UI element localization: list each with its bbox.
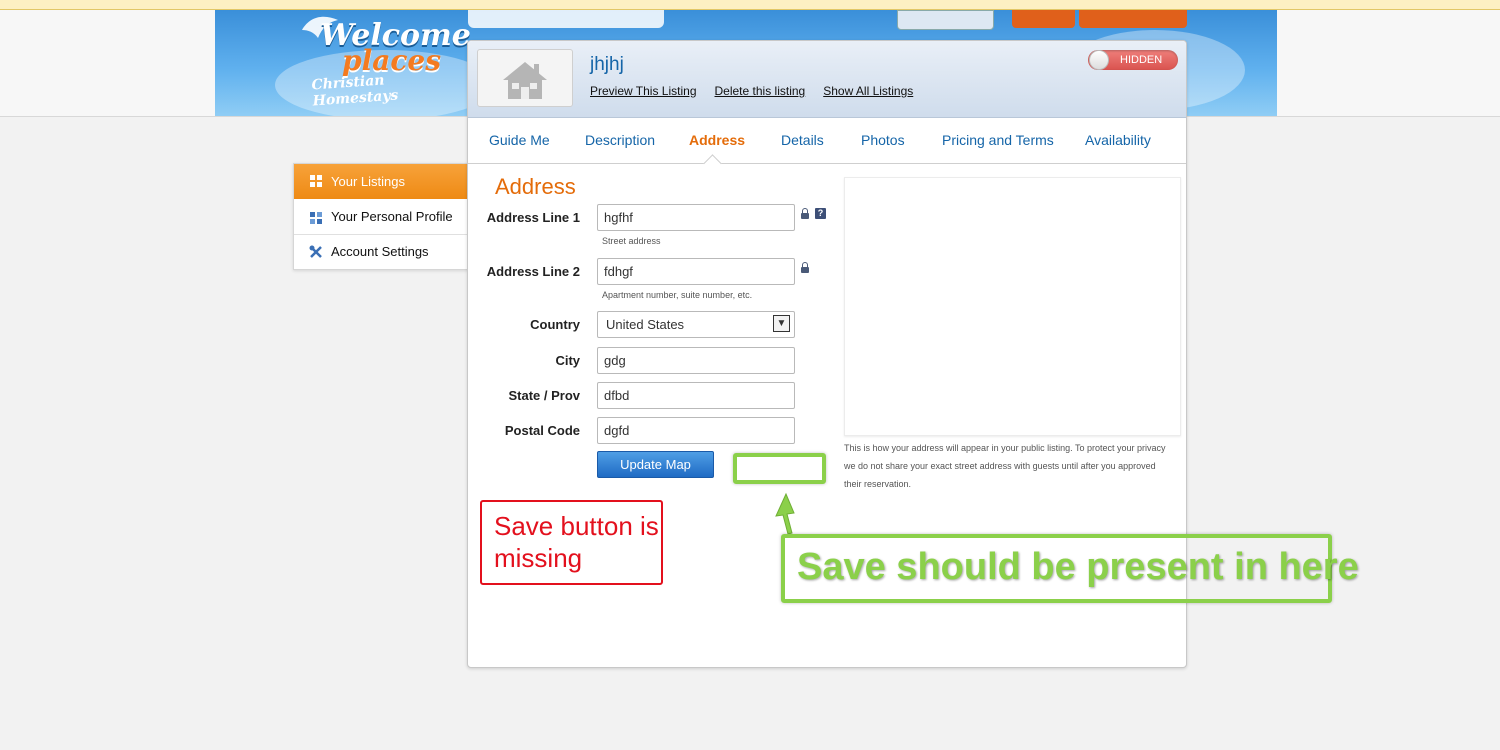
grid-icon <box>310 175 322 187</box>
address-line-2-label: Address Line 2 <box>486 264 580 279</box>
header-search-box[interactable] <box>468 10 664 28</box>
address-line-2-input[interactable]: fdhgf <box>597 258 795 285</box>
country-select-value: United States <box>606 317 685 332</box>
help-icon[interactable]: ? <box>815 208 826 219</box>
side-item-label: Your Listings <box>331 174 405 189</box>
country-select[interactable]: United States ▼ <box>597 311 795 338</box>
city-input[interactable]: gdg <box>597 347 795 374</box>
listing-header: jhjhj Preview This Listing Delete this li… <box>468 41 1186 118</box>
section-title: Address <box>495 174 576 199</box>
side-item-label: Account Settings <box>331 244 429 259</box>
listing-title: jhjhj <box>590 54 624 75</box>
listing-tabs: Guide Me Description Address Details Pho… <box>468 118 1186 164</box>
preview-listing-link[interactable]: Preview This Listing <box>590 84 697 98</box>
tab-photos[interactable]: Photos <box>861 132 905 148</box>
side-item-your-listings[interactable]: Your Listings <box>294 164 480 199</box>
lock-icon <box>801 262 809 273</box>
annotation-red-callout: Save button is missing <box>480 500 663 585</box>
annotation-save-placeholder-box <box>733 453 826 484</box>
address-line-1-input[interactable]: hgfhf <box>597 204 795 231</box>
toggle-knob <box>1089 50 1109 70</box>
postal-code-label: Postal Code <box>504 423 580 438</box>
state-input[interactable]: dfbd <box>597 382 795 409</box>
listing-thumbnail <box>477 49 573 107</box>
tab-guide-me[interactable]: Guide Me <box>489 132 550 148</box>
header-orange-button[interactable] <box>1012 10 1075 28</box>
annotation-red-text: Save button is missing <box>494 511 659 573</box>
tools-icon <box>309 245 322 258</box>
delete-listing-link[interactable]: Delete this listing <box>715 84 806 98</box>
visibility-toggle[interactable]: HIDDEN <box>1088 50 1178 70</box>
house-icon <box>503 62 547 99</box>
account-side-menu: Your Listings Your Personal Profile Acco… <box>293 163 480 270</box>
site-logo[interactable]: Welcome places Christian Homestays <box>300 12 471 109</box>
tab-description[interactable]: Description <box>585 132 655 148</box>
toggle-label: HIDDEN <box>1120 54 1163 66</box>
side-item-personal-profile[interactable]: Your Personal Profile <box>294 199 468 235</box>
annotation-green-callout: Save should be present in here <box>781 534 1359 603</box>
lock-icon <box>801 208 809 219</box>
header-orange-button-2[interactable] <box>1079 10 1187 28</box>
map-privacy-note: This is how your address will appear in … <box>844 443 1166 489</box>
tab-availability[interactable]: Availability <box>1085 132 1151 148</box>
show-all-listings-link[interactable]: Show All Listings <box>823 84 913 98</box>
header-nav-button[interactable] <box>897 10 994 30</box>
address-line-2-hint: Apartment number, suite number, etc. <box>602 290 753 300</box>
address-line-1-hint: Street address <box>602 236 661 246</box>
country-label: Country <box>530 317 580 332</box>
tab-pricing-and-terms[interactable]: Pricing and Terms <box>942 132 1054 148</box>
grid-icon <box>310 212 322 224</box>
listing-actions: Preview This Listing Delete this listing S… <box>590 84 931 98</box>
state-label: State / Prov <box>508 388 580 403</box>
address-map[interactable] <box>844 177 1181 436</box>
chevron-down-icon[interactable]: ▼ <box>773 315 790 332</box>
notification-strip <box>0 0 1500 10</box>
update-map-button[interactable]: Update Map <box>597 451 714 478</box>
annotation-green-text: Save should be present in here <box>797 546 1359 588</box>
address-line-1-label: Address Line 1 <box>486 210 580 225</box>
tab-details[interactable]: Details <box>781 132 824 148</box>
postal-code-input[interactable]: dgfd <box>597 417 795 444</box>
city-label: City <box>555 353 580 368</box>
side-item-account-settings[interactable]: Account Settings <box>294 234 468 269</box>
tab-address[interactable]: Address <box>689 132 745 148</box>
side-item-label: Your Personal Profile <box>331 209 453 224</box>
